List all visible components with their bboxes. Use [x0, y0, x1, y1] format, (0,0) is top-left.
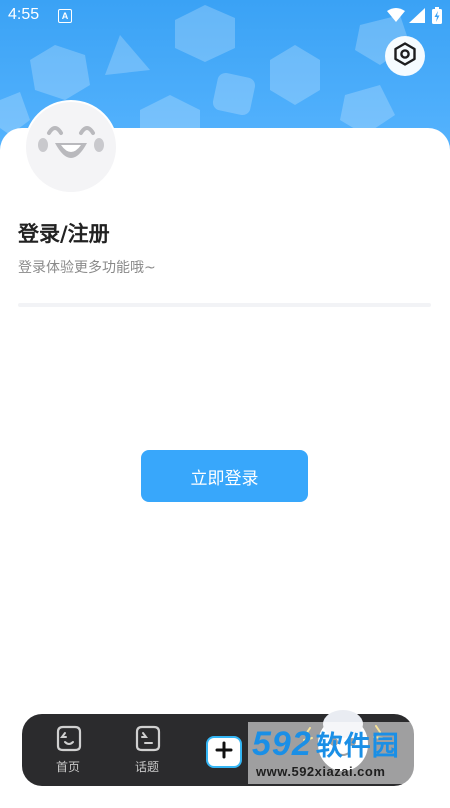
- topic-face-icon: [132, 725, 162, 756]
- settings-button[interactable]: [385, 36, 425, 76]
- status-time: 4:55: [8, 6, 40, 23]
- divider: [18, 303, 431, 307]
- watermark-logo: 592 软件园: [252, 724, 400, 764]
- avatar[interactable]: [24, 100, 118, 194]
- battery-icon: [432, 7, 442, 28]
- cell-signal-icon: [409, 8, 425, 27]
- login-register-title[interactable]: 登录/注册: [18, 218, 110, 248]
- settings-hexagon-icon: [393, 42, 417, 70]
- login-subtitle: 登录体验更多功能哦~: [18, 260, 156, 276]
- tab-home[interactable]: 首页: [43, 724, 93, 780]
- login-now-button[interactable]: 立即登录: [141, 450, 308, 502]
- watermark: 592 软件园 www.592xiazai.com: [248, 722, 450, 784]
- plus-icon: [215, 741, 233, 763]
- status-bar: 4:55 A: [0, 0, 450, 32]
- wifi-icon: [387, 8, 405, 27]
- watermark-url: www.592xiazai.com: [256, 764, 386, 779]
- laughing-face-icon: [35, 117, 107, 177]
- watermark-logo-text: 软件园: [315, 731, 400, 762]
- tab-home-label: 首页: [55, 760, 80, 774]
- tab-topics[interactable]: 话题: [122, 724, 172, 780]
- watermark-logo-number: 592: [252, 725, 312, 763]
- add-post-button[interactable]: [206, 736, 242, 768]
- notification-a-icon: A: [58, 9, 72, 23]
- home-face-icon: [53, 725, 83, 756]
- tab-topics-label: 话题: [134, 760, 159, 774]
